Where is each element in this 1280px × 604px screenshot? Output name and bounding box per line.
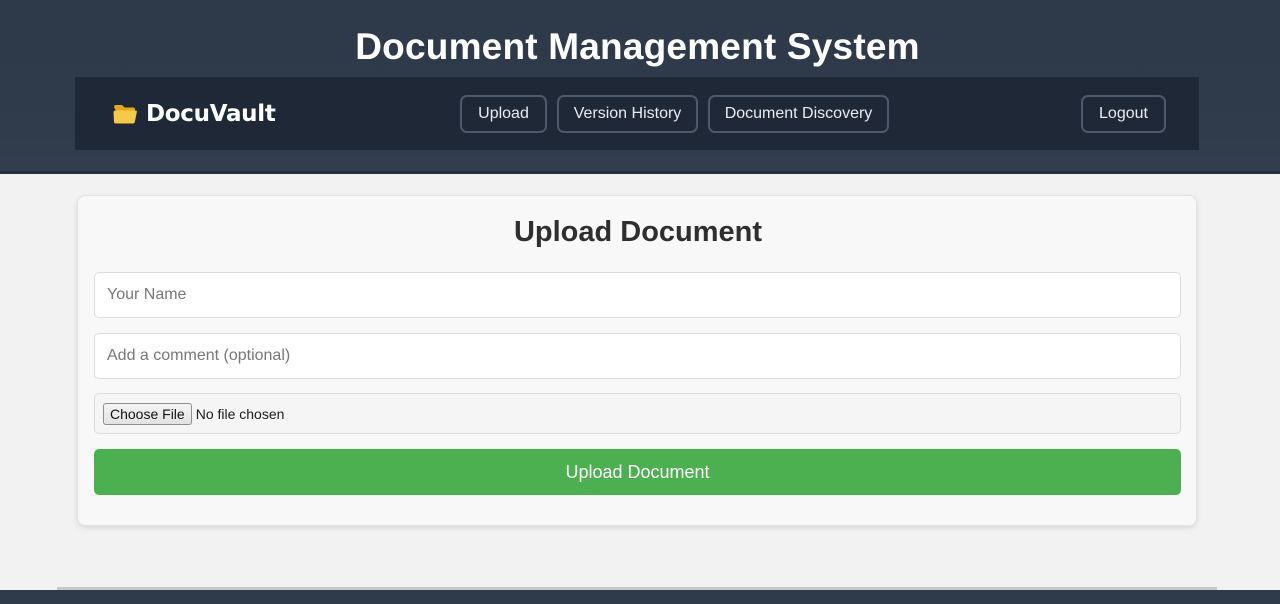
logout-button[interactable]: Logout bbox=[1081, 95, 1166, 133]
upload-card: Upload Document Choose File No file chos… bbox=[77, 195, 1197, 526]
brand[interactable]: DocuVault bbox=[112, 99, 276, 129]
nav-upload-button[interactable]: Upload bbox=[460, 95, 547, 133]
choose-file-button[interactable]: Choose File bbox=[103, 402, 192, 425]
folder-icon bbox=[113, 105, 137, 124]
upload-form-title: Upload Document bbox=[513, 216, 763, 248]
upload-document-button[interactable]: Upload Document bbox=[94, 449, 1181, 495]
nav-version-history-button[interactable]: Version History bbox=[557, 95, 698, 133]
comment-input[interactable] bbox=[94, 333, 1181, 379]
nav-document-discovery-button[interactable]: Document Discovery bbox=[708, 95, 889, 133]
page-footer bbox=[0, 590, 1280, 604]
file-status-text: No file chosen bbox=[195, 405, 285, 422]
site-title: Document Management System bbox=[355, 26, 920, 67]
name-input[interactable] bbox=[94, 272, 1181, 318]
navbar: DocuVault Upload Version History Documen… bbox=[75, 77, 1199, 150]
brand-name: DocuVault bbox=[146, 101, 276, 127]
file-picker[interactable]: Choose File No file chosen bbox=[94, 393, 1181, 434]
page-header: Document Management System DocuVault Upl… bbox=[0, 0, 1280, 174]
